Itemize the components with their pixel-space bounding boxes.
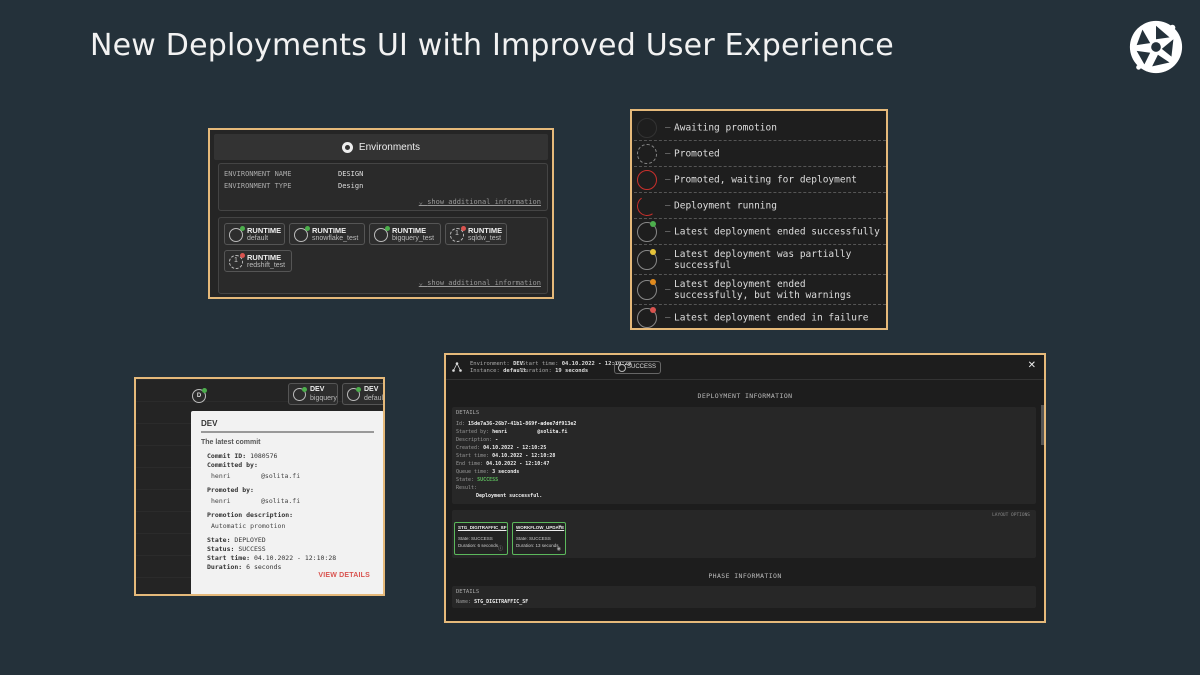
steps-box: LAYOUT OPTIONS STG_DIGITRAFFIC_SF ⌄ Stat… [452, 510, 1036, 558]
partial-success-icon [637, 249, 657, 270]
legend-item: – Latest deployment ended successfully, … [634, 275, 886, 305]
status-row: Status: SUCCESS [207, 545, 266, 553]
detail-row: End time: 04.10.2022 - 12:10:47 [456, 461, 550, 467]
view-details-button[interactable]: VIEW DETAILS [318, 572, 370, 579]
phase-details-box: DETAILS Name: STG_DIGITRAFFIC_SF [452, 586, 1036, 608]
success-status-icon [637, 221, 657, 242]
environments-panel: Environments ENVIRONMENT NAME DESIGN ENV… [208, 128, 554, 299]
status-ring-icon: 1 [229, 253, 245, 269]
deployment-running-icon [635, 194, 659, 218]
runtime-card-dev-bigquery[interactable]: DEV bigquery [288, 383, 338, 405]
legend-item: – Latest deployment ended in failure [634, 305, 886, 328]
aperture-logo-icon [1129, 20, 1183, 74]
close-step-icon[interactable]: ✕ [558, 524, 562, 530]
status-ring-icon: 1 [450, 226, 466, 242]
latest-commit-heading: The latest commit [201, 439, 261, 446]
committed-by-value: henri @solita.fi [211, 472, 301, 480]
status-ring-icon [229, 226, 245, 242]
status-ring-icon [293, 387, 307, 401]
layout-options-link[interactable]: LAYOUT OPTIONS [992, 513, 1030, 518]
legend-item: – Promoted, waiting for deployment [634, 167, 886, 193]
legend-item: – Promoted [634, 141, 886, 167]
environments-header: Environments [214, 134, 548, 160]
runtime-card-snowflake-test[interactable]: RUNTIME snowflake_test [289, 223, 365, 245]
detail-row: Start time: 04.10.2022 - 12:10:28 [456, 453, 556, 459]
env-type-value: Design [338, 182, 364, 190]
env-name-row: ENVIRONMENT NAME DESIGN [224, 170, 363, 178]
promotion-desc-value: Automatic promotion [211, 522, 286, 530]
promoted-icon [637, 144, 657, 164]
close-icon[interactable]: ✕ [1028, 360, 1036, 371]
env-name-label: ENVIRONMENT NAME [224, 170, 292, 178]
status-ring-icon [347, 387, 361, 401]
detail-row: Description: - [456, 437, 499, 443]
status-ring-icon [294, 226, 310, 242]
slide-title: New Deployments UI with Improved User Ex… [90, 28, 894, 63]
env-name-value: DESIGN [338, 170, 364, 178]
awaiting-promotion-icon [637, 118, 657, 138]
runtime-card-bigquery-test[interactable]: RUNTIME bigquery_test [369, 223, 441, 245]
legend-item: – Latest deployment ended successfully [634, 219, 886, 245]
eye-icon[interactable]: ◉ [557, 546, 561, 552]
state-row: State: DEPLOYED [207, 536, 266, 544]
detail-row: Id: 15de7a36-26b7-41b1-869f-adee7df913e2 [456, 421, 577, 427]
show-additional-info-link[interactable]: ⌄ show additional information [419, 198, 541, 206]
runtime-card-dev-default[interactable]: DEV default [342, 383, 383, 405]
step-card-stg-digitraffic[interactable]: STG_DIGITRAFFIC_SF ⌄ State: SUCCESS Dura… [454, 522, 508, 555]
runtime-card-sqldw-test[interactable]: 1 RUNTIME sqldw_test [445, 223, 507, 245]
start-time-row: Start time: 04.10.2022 - 12:10:28 [207, 554, 337, 562]
waiting-deployment-icon [637, 170, 657, 190]
deployment-graph-icon [452, 362, 462, 372]
deployment-top-bar: Environment: DEV Instance: default Start… [446, 355, 1044, 380]
failure-status-icon [637, 307, 657, 328]
collapse-icon[interactable]: ⌄ [500, 524, 504, 530]
runtime-card-default[interactable]: RUNTIME default [224, 223, 285, 245]
deployment-status-badge: SUCCESS [614, 361, 662, 374]
dev-status-badge[interactable]: D [192, 388, 207, 403]
commit-popover: DEV The latest commit Commit ID: 1080576… [191, 411, 383, 594]
gear-icon [341, 141, 353, 153]
runtime-card-redshift-test[interactable]: 1 RUNTIME redshift_test [224, 250, 292, 272]
popover-title: DEV [201, 419, 218, 428]
duration-row: Duration: 6 seconds [207, 563, 282, 571]
show-additional-info-link-bottom[interactable]: ⌄ show additional information [419, 279, 541, 287]
detail-row: Started by: henri @solita.fi [456, 429, 568, 435]
detail-row: Queue time: 3 seconds [456, 469, 520, 475]
environment-meta: Environment: DEV Instance: default [470, 361, 527, 374]
deployment-details-box: DETAILS Id: 15de7a36-26b7-41b1-869f-adee… [452, 407, 1036, 504]
legend-item: – Awaiting promotion [634, 115, 886, 141]
committed-by-label: Committed by: [207, 461, 258, 469]
detail-row: State: SUCCESS [456, 477, 499, 483]
environment-info-box: ENVIRONMENT NAME DESIGN ENVIRONMENT TYPE… [218, 163, 548, 211]
commit-id-row: Commit ID: 1080576 [207, 452, 278, 460]
promoted-by-value: henri @solita.fi [211, 497, 301, 505]
info-icon[interactable]: ⓘ [498, 545, 503, 552]
warning-status-icon [637, 279, 657, 300]
scrollbar[interactable] [1041, 405, 1044, 445]
environments-title: Environments [358, 141, 421, 153]
result-text: Deployment successful. [476, 493, 543, 499]
phase-info-title: PHASE INFORMATION [708, 572, 782, 580]
commit-panel: D DEV bigquery DEV default DEV The lates… [134, 377, 385, 596]
detail-row: Created: 04.10.2022 - 12:10:25 [456, 445, 547, 451]
status-ring-icon [374, 226, 390, 242]
legend-item: – Latest deployment was partially succes… [634, 245, 886, 275]
deployment-info-title: DEPLOYMENT INFORMATION [697, 392, 793, 400]
status-legend-panel: – Awaiting promotion – Promoted – Promot… [630, 109, 888, 330]
runtimes-box: RUNTIME default RUNTIME snowflake_test R… [218, 217, 548, 294]
promoted-by-label: Promoted by: [207, 486, 254, 494]
detail-row: Result: [456, 485, 478, 491]
env-type-row: ENVIRONMENT TYPE Design [224, 182, 363, 190]
legend-item: – Deployment running [634, 193, 886, 219]
deployment-info-panel: Environment: DEV Instance: default Start… [444, 353, 1046, 623]
phase-name-row: Name: STG_DIGITRAFFIC_SF [456, 599, 529, 605]
env-type-label: ENVIRONMENT TYPE [224, 182, 292, 190]
promotion-desc-label: Promotion description: [207, 511, 294, 519]
step-card-workflow-update[interactable]: WORKFLOW_UPDATE ✕ State: SUCCESS Duratio… [512, 522, 566, 555]
